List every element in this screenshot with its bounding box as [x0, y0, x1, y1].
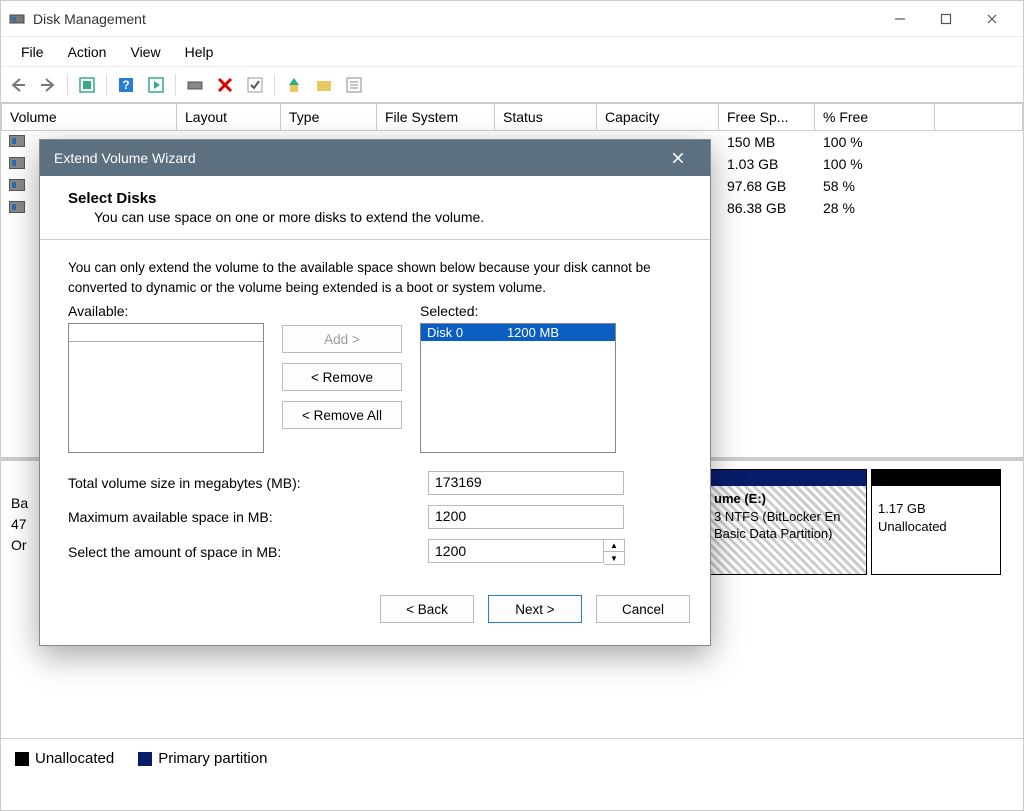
- action-icon[interactable]: [143, 72, 169, 98]
- col-type[interactable]: Type: [281, 103, 377, 131]
- properties-icon[interactable]: [341, 72, 367, 98]
- spinner-down-icon[interactable]: ▼: [604, 552, 624, 564]
- max-space-label: Maximum available space in MB:: [68, 509, 428, 525]
- col-capacity[interactable]: Capacity: [597, 103, 719, 131]
- remove-button[interactable]: < Remove: [282, 363, 402, 391]
- selected-listbox[interactable]: Disk 0 1200 MB: [420, 323, 616, 453]
- legend-unallocated: Unallocated: [15, 750, 114, 767]
- selected-list-item[interactable]: Disk 0 1200 MB: [421, 324, 615, 341]
- svg-text:?: ?: [122, 78, 129, 92]
- disk-block-unallocated[interactable]: 1.17 GB Unallocated: [871, 469, 1001, 575]
- window-title: Disk Management: [33, 11, 146, 27]
- disk-icon[interactable]: [182, 72, 208, 98]
- extend-volume-wizard-dialog: Extend Volume Wizard Select Disks You ca…: [39, 139, 711, 646]
- menu-action[interactable]: Action: [56, 40, 119, 64]
- total-size-value: 173169: [428, 471, 624, 495]
- menu-bar: File Action View Help: [1, 37, 1023, 67]
- col-pct[interactable]: % Free: [815, 103, 935, 131]
- wizard-heading: Select Disks: [68, 190, 682, 207]
- next-button[interactable]: Next >: [488, 595, 582, 623]
- remove-all-button[interactable]: < Remove All: [282, 401, 402, 429]
- menu-file[interactable]: File: [9, 40, 56, 64]
- up-icon[interactable]: [281, 72, 307, 98]
- dialog-title: Extend Volume Wizard: [54, 150, 196, 166]
- available-listbox[interactable]: [68, 323, 264, 453]
- back-button[interactable]: < Back: [380, 595, 474, 623]
- total-size-label: Total volume size in megabytes (MB):: [68, 475, 428, 491]
- wizard-note: You can only extend the volume to the av…: [68, 258, 682, 297]
- disk-block-e[interactable]: ume (E:) 3 NTFS (BitLocker En Basic Data…: [707, 469, 867, 575]
- minimize-button[interactable]: [877, 1, 923, 37]
- volume-icon: [9, 157, 25, 169]
- legend-primary: Primary partition: [138, 750, 267, 767]
- close-button[interactable]: [969, 1, 1015, 37]
- back-icon[interactable]: [5, 72, 31, 98]
- wizard-subheading: You can use space on one or more disks t…: [94, 209, 682, 225]
- app-icon: [9, 11, 25, 27]
- volume-icon: [9, 201, 25, 213]
- help-icon[interactable]: ?: [113, 72, 139, 98]
- window-titlebar: Disk Management: [1, 1, 1023, 37]
- col-spacer: [935, 103, 1023, 131]
- toolbar: ?: [1, 67, 1023, 103]
- col-layout[interactable]: Layout: [177, 103, 281, 131]
- volume-table-header: Volume Layout Type File System Status Ca…: [1, 103, 1023, 131]
- col-status[interactable]: Status: [495, 103, 597, 131]
- max-space-value: 1200: [428, 505, 624, 529]
- amount-spinner[interactable]: ▲ ▼: [604, 539, 625, 565]
- dialog-titlebar[interactable]: Extend Volume Wizard: [40, 140, 710, 176]
- col-volume[interactable]: Volume: [1, 103, 177, 131]
- volume-icon: [9, 179, 25, 191]
- available-label: Available:: [68, 303, 264, 319]
- menu-help[interactable]: Help: [173, 40, 226, 64]
- volume-icon: [9, 135, 25, 147]
- amount-label: Select the amount of space in MB:: [68, 544, 428, 560]
- folder-icon[interactable]: [311, 72, 337, 98]
- col-free[interactable]: Free Sp...: [719, 103, 815, 131]
- check-icon[interactable]: [242, 72, 268, 98]
- cancel-button[interactable]: Cancel: [596, 595, 690, 623]
- dialog-close-button[interactable]: [660, 140, 696, 176]
- spinner-up-icon[interactable]: ▲: [604, 540, 624, 552]
- col-fs[interactable]: File System: [377, 103, 495, 131]
- maximize-button[interactable]: [923, 1, 969, 37]
- selected-label: Selected:: [420, 303, 616, 319]
- legend: Unallocated Primary partition: [1, 738, 1023, 778]
- refresh-icon[interactable]: [74, 72, 100, 98]
- menu-view[interactable]: View: [118, 40, 172, 64]
- delete-icon[interactable]: [212, 72, 238, 98]
- forward-icon[interactable]: [35, 72, 61, 98]
- amount-input[interactable]: [428, 539, 604, 563]
- add-button[interactable]: Add >: [282, 325, 402, 353]
